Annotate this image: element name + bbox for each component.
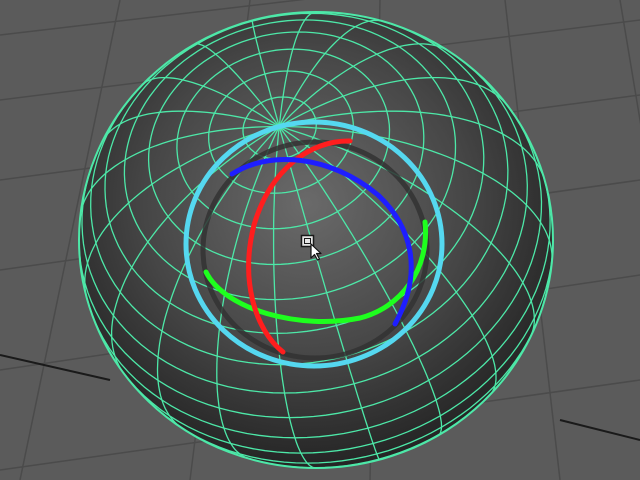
rotate-cursor-icon [300,234,328,262]
3d-viewport[interactable] [0,0,640,480]
